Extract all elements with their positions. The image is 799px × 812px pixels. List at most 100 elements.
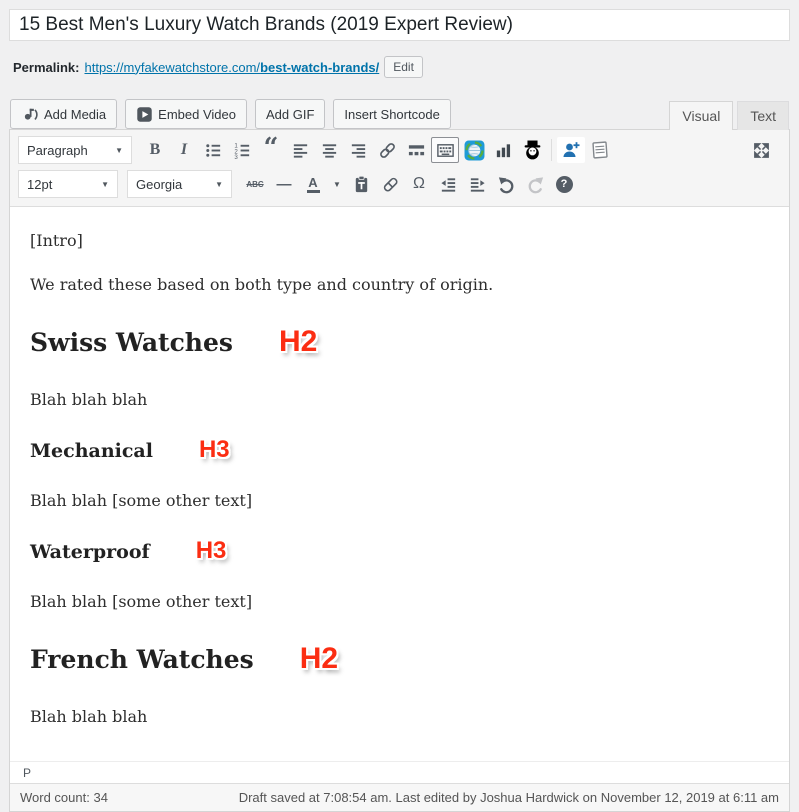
numbered-list-button[interactable]: 1 2 3 (228, 137, 256, 163)
word-count: Word count: 34 (20, 790, 108, 805)
permalink-link[interactable]: https://myfakewatchstore.com/best-watch-… (84, 60, 379, 75)
add-gif-button[interactable]: Add GIF (255, 99, 325, 129)
paragraph-format-value: Paragraph (27, 143, 88, 158)
add-user-button[interactable] (557, 137, 585, 163)
block-text: French Watches (30, 645, 254, 674)
paragraph: Blah blah [some other text] (30, 491, 769, 510)
editor-toolbar: Paragraph ▼ B I (10, 130, 789, 207)
toolbar-row-2: 12pt ▼ Georgia ▼ ABC — A (18, 167, 781, 201)
heading-h2: French Watches H2 (30, 642, 769, 676)
align-right-icon (349, 141, 368, 160)
tab-text[interactable]: Text (737, 101, 789, 130)
redo-icon (526, 175, 545, 194)
bold-button[interactable]: B (141, 137, 169, 163)
fullscreen-button[interactable] (747, 137, 775, 163)
insert-link-button[interactable] (373, 137, 401, 163)
increase-indent-button[interactable] (463, 171, 491, 197)
block-text: We rated these based on both type and co… (30, 275, 493, 294)
align-right-button[interactable] (344, 137, 372, 163)
font-family-value: Georgia (136, 177, 182, 192)
text-color-icon: A (307, 176, 320, 193)
font-family-select[interactable]: Georgia ▼ (127, 170, 232, 198)
text-color-bar (307, 190, 320, 193)
person-plus-icon (561, 140, 581, 160)
add-media-label: Add Media (44, 107, 106, 122)
permalink-label: Permalink: (13, 60, 79, 75)
clear-formatting-button[interactable] (376, 171, 404, 197)
help-button[interactable]: ? (550, 171, 578, 197)
paragraph: Blah blah [some other text] (30, 592, 769, 611)
italic-button[interactable]: I (170, 137, 198, 163)
align-center-button[interactable] (315, 137, 343, 163)
bold-icon: B (150, 141, 161, 159)
align-left-icon (291, 141, 310, 160)
chevron-down-icon: ▼ (333, 180, 341, 189)
embed-video-button[interactable]: Embed Video (125, 99, 247, 129)
chart-button[interactable] (489, 137, 517, 163)
editor-content[interactable]: [Intro] We rated these based on both type… (10, 207, 789, 761)
text-color-caret-button[interactable]: ▼ (328, 171, 346, 197)
special-character-button[interactable]: Ω (405, 171, 433, 197)
indent-icon (468, 175, 487, 194)
paragraph: Blah blah blah (30, 707, 769, 726)
block-text: [Intro] (30, 231, 83, 250)
link-icon (378, 141, 397, 160)
add-gif-label: Add GIF (266, 107, 314, 122)
person-hat-icon (522, 140, 543, 161)
outdent-icon (439, 175, 458, 194)
permalink-row: Permalink: https://myfakewatchstore.com/… (13, 56, 790, 78)
globe-plugin-button[interactable] (460, 137, 488, 163)
permalink-url-slug: best-watch-brands/ (260, 60, 379, 75)
bullet-list-button[interactable] (199, 137, 227, 163)
horizontal-rule-icon: — (277, 176, 292, 193)
element-path[interactable]: P (23, 766, 31, 780)
omega-icon: Ω (413, 175, 425, 193)
text-color-letter: A (308, 176, 317, 189)
document-table-icon (590, 140, 610, 160)
strikethrough-button[interactable]: ABC (241, 171, 269, 197)
toolbar-row-1: Paragraph ▼ B I (18, 133, 781, 167)
editor-frame: Paragraph ▼ B I (9, 129, 790, 812)
decrease-indent-button[interactable] (434, 171, 462, 197)
read-more-icon (407, 141, 426, 160)
heading-level-annotation: H3 (199, 436, 230, 463)
media-buttons: Add Media Embed Video Add GIF Insert Sho… (9, 99, 451, 129)
embed-video-label: Embed Video (158, 107, 236, 122)
insert-shortcode-button[interactable]: Insert Shortcode (333, 99, 450, 129)
heading-level-annotation: H2 (279, 325, 317, 358)
add-media-button[interactable]: Add Media (10, 99, 117, 129)
post-status-bar: Word count: 34 Draft saved at 7:08:54 am… (10, 783, 789, 811)
tab-visual[interactable]: Visual (669, 101, 733, 130)
font-size-select[interactable]: 12pt ▼ (18, 170, 118, 198)
text-color-button[interactable]: A (299, 171, 327, 197)
undo-button[interactable] (492, 171, 520, 197)
person-hat-button[interactable] (518, 137, 546, 163)
paste-text-icon (352, 175, 371, 194)
heading-level-annotation: H2 (300, 642, 338, 675)
help-icon: ? (556, 176, 573, 193)
block-text: Blah blah blah (30, 390, 147, 409)
blockquote-button[interactable]: “ (257, 137, 285, 163)
heading-h3: WaterproofH3 (30, 537, 769, 565)
heading-level-annotation: H3 (196, 537, 227, 564)
insert-shortcode-label: Insert Shortcode (344, 107, 439, 122)
block-text: Blah blah [some other text] (30, 491, 252, 510)
eraser-icon (381, 175, 400, 194)
editor-top-bar: Add Media Embed Video Add GIF Insert Sho… (9, 99, 790, 129)
block-text: Blah blah [some other text] (30, 592, 252, 611)
horizontal-rule-button[interactable]: — (270, 171, 298, 197)
bar-chart-icon (494, 141, 513, 160)
chevron-down-icon: ▼ (101, 180, 109, 189)
read-more-button[interactable] (402, 137, 430, 163)
paragraph-format-select[interactable]: Paragraph ▼ (18, 136, 132, 164)
font-size-value: 12pt (27, 177, 52, 192)
permalink-edit-button[interactable]: Edit (384, 56, 423, 78)
undo-icon (497, 175, 516, 194)
chevron-down-icon: ▼ (115, 146, 123, 155)
post-title-input[interactable] (9, 9, 790, 41)
paste-table-button[interactable] (586, 137, 614, 163)
redo-button[interactable] (521, 171, 549, 197)
align-left-button[interactable] (286, 137, 314, 163)
toolbar-toggle-button[interactable] (431, 137, 459, 163)
paste-as-text-button[interactable] (347, 171, 375, 197)
